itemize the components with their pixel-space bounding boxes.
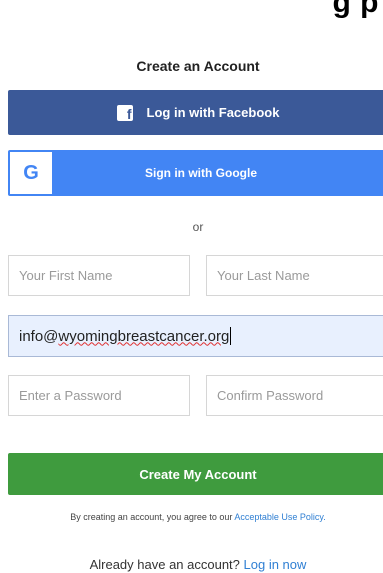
partial-page-heading: g p [332,0,379,19]
confirm-password-placeholder: Confirm Password [217,388,324,403]
facebook-icon: f [116,104,133,122]
create-account-button[interactable]: Create My Account [8,453,383,495]
text-cursor [230,327,232,345]
or-separator: or [192,220,204,234]
google-signin-button[interactable]: G Sign in with Google [8,150,383,196]
facebook-login-button[interactable]: f Log in with Facebook [8,90,383,135]
login-prompt-text: Already have an account? [89,557,244,572]
google-icon-letter: G [23,161,39,184]
first-name-placeholder: Your First Name [19,268,113,283]
password-input[interactable]: Enter a Password [8,375,190,416]
form-title: Create an Account [136,58,260,74]
facebook-icon-letter: f [126,105,132,122]
terms-notice: By creating an account, you agree to our… [0,512,383,522]
terms-text: By creating an account, you agree to our [70,512,235,522]
last-name-input[interactable]: Your Last Name [206,255,383,296]
last-name-placeholder: Your Last Name [217,268,310,283]
login-link[interactable]: Log in now [244,557,307,572]
email-value-domain: wyomingbreastcancer.org [58,327,230,345]
confirm-password-input[interactable]: Confirm Password [206,375,383,416]
password-placeholder: Enter a Password [19,388,122,403]
facebook-login-label: Log in with Facebook [146,105,280,120]
login-prompt: Already have an account? Log in now [0,557,383,572]
google-signin-label: Sign in with Google [145,166,257,180]
email-value-prefix: info@ [19,327,59,345]
email-input[interactable]: info@ wyomingbreastcancer.org [8,315,383,357]
first-name-input[interactable]: Your First Name [8,255,190,296]
google-icon: G [10,152,52,194]
acceptable-use-policy-link[interactable]: Acceptable Use Policy. [234,512,325,522]
